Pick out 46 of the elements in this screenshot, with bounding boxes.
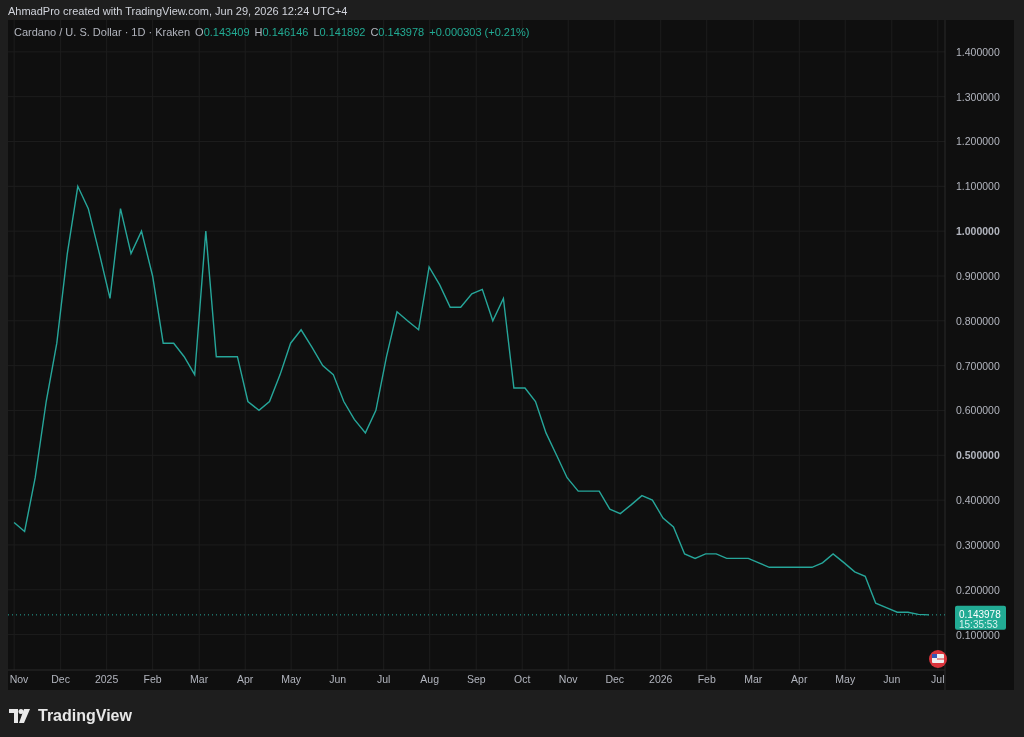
price-axis-label: 0.300000 [956,538,1000,551]
time-axis-label: Aug [420,673,439,685]
price-axis-label: 0.700000 [956,359,1000,372]
time-axis-label: Jun [329,673,347,685]
time-axis-label: Feb [143,673,162,685]
time-axis-label: Mar [744,673,763,685]
price-axis-label: 1.300000 [956,90,1000,103]
time-axis-label: Oct [514,673,531,685]
price-axis-label: 0.100000 [956,628,1000,641]
ohlc-value: H0.146146 [254,26,309,38]
time-axis-label: Nov [9,673,29,685]
price-axis-label: 0.900000 [956,269,1000,282]
price-axis-label: 0.400000 [956,494,1000,507]
ohlc-value: O0.143409 [195,26,250,38]
time-axis-label: 2026 [649,673,673,685]
price-axis-label: 1.200000 [956,135,1000,148]
time-axis-label: 2025 [94,673,119,685]
time-axis-label: Sep [466,673,486,685]
price-axis-label: 1.400000 [956,45,1000,58]
price-axis-label: 1.100000 [956,180,1000,193]
logo-icon [9,709,33,723]
time-axis-label: Mar [190,673,209,685]
time-axis-label: Apr [791,673,808,685]
time-axis-label: May [835,673,856,685]
attribution-text: AhmadPro created with TradingView.com, Jun 29, 2026 12:24 UTC+4 [7,4,349,19]
price-axis-label: 1.000000 [956,225,1000,238]
time-axis-label: Feb [697,673,716,685]
time-axis-label: Dec [51,673,70,685]
time-axis-label: May [281,673,302,685]
time-axis-label: Apr [237,673,254,685]
time-axis-label: Jul [931,673,945,685]
price-badge: 0.143978 15:35:53 [955,605,1006,630]
price-change: +0.000303 (+0.21%) [429,26,530,38]
price-axis-label: 0.800000 [956,314,1000,327]
logo-text: TradingView [38,707,132,725]
price-axis-label: 0.200000 [956,583,1000,596]
time-axis-label: Jul [376,673,391,685]
ohlc-value: C0.143978 [370,26,425,38]
time-axis-label: Nov [558,673,578,685]
ohlc-value: L0.141892 [313,26,366,38]
price-axis-label: 0.600000 [956,404,1000,417]
time-axis-label: Dec [605,673,625,685]
price-axis-label: 0.500000 [956,449,1000,462]
time-axis-label: Jun [883,673,901,685]
symbol-title: Cardano / U. S. Dollar · 1D · Kraken [14,26,191,38]
flag-icon [929,650,947,668]
